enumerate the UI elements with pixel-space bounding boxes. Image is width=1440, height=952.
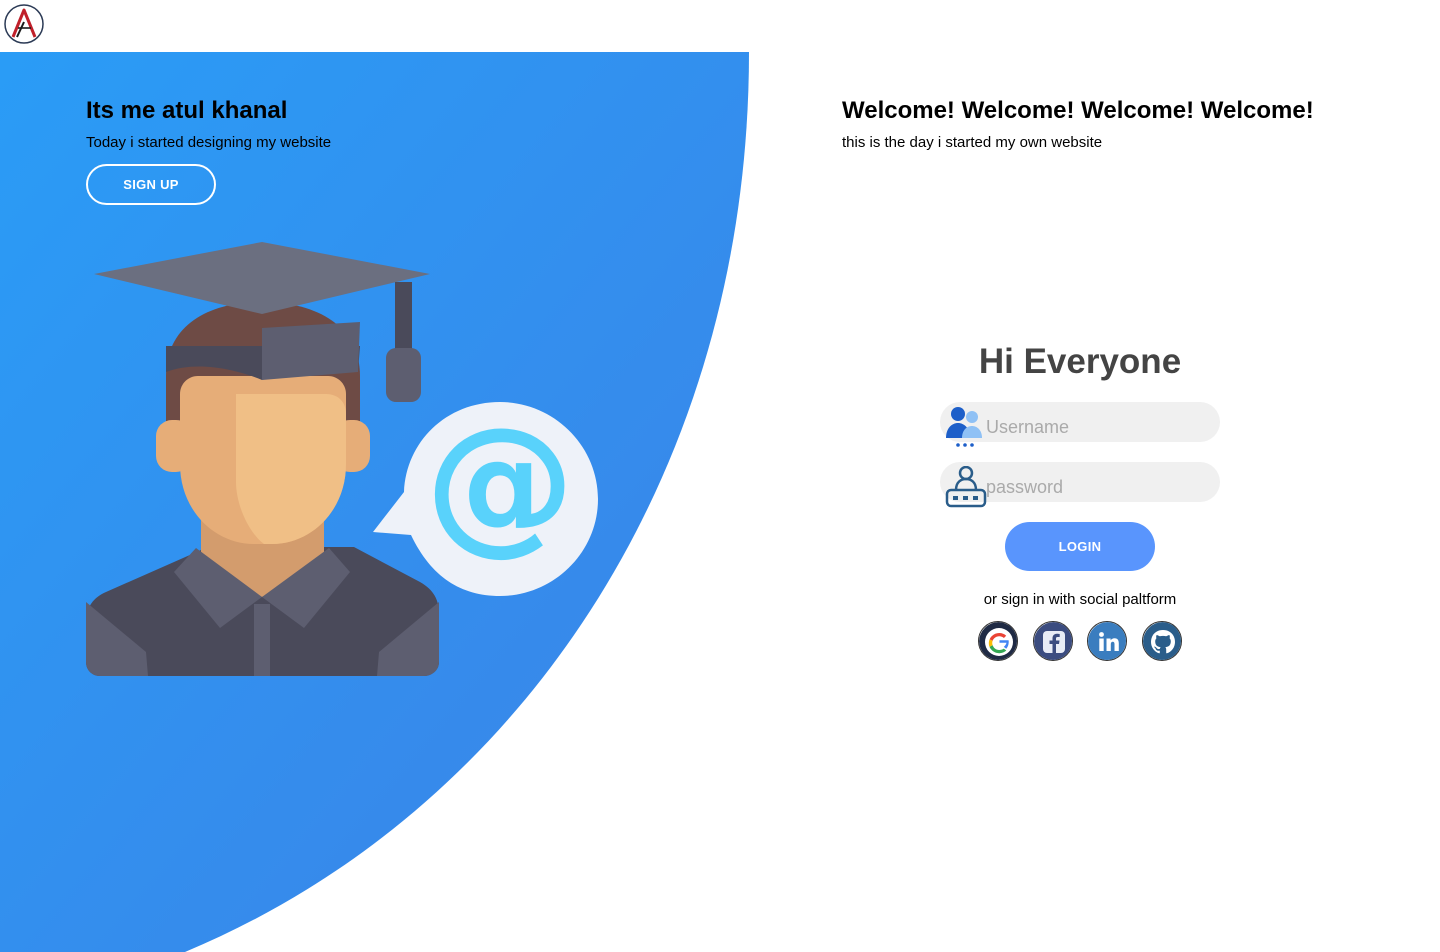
left-panel: Its me atul khanal Today i started desig… <box>86 96 646 205</box>
facebook-login-button[interactable] <box>1033 621 1073 661</box>
right-panel-subtitle: this is the day i started my own website <box>842 134 1103 151</box>
social-signin-text: or sign in with social paltform <box>983 591 1177 608</box>
login-form-title: Hi Everyone <box>978 342 1182 381</box>
github-icon <box>1143 622 1181 660</box>
google-icon <box>979 622 1017 660</box>
users-icon <box>944 406 988 450</box>
password-input[interactable] <box>986 474 1206 500</box>
linkedin-login-button[interactable] <box>1087 621 1127 661</box>
svg-text:@: @ <box>425 396 575 570</box>
login-button[interactable]: LOGIN <box>1005 522 1155 571</box>
github-login-button[interactable] <box>1142 621 1182 661</box>
password-field[interactable] <box>940 462 1220 508</box>
graduate-email-illustration: @ <box>86 242 598 676</box>
sign-up-button[interactable]: SIGN UP <box>86 164 216 205</box>
facebook-icon <box>1034 622 1072 660</box>
site-logo-icon[interactable] <box>4 4 44 44</box>
linkedin-icon <box>1088 622 1126 660</box>
user-password-icon <box>944 465 988 510</box>
username-field[interactable] <box>940 402 1220 447</box>
right-panel-title: Welcome! Welcome! Welcome! Welcome! <box>842 97 1314 124</box>
right-panel: Welcome! Welcome! Welcome! Welcome! this… <box>842 96 1402 154</box>
left-panel-title: Its me atul khanal <box>86 97 288 124</box>
username-input[interactable] <box>986 414 1206 440</box>
google-login-button[interactable] <box>978 621 1018 661</box>
left-panel-subtitle: Today i started designing my website <box>86 134 332 151</box>
